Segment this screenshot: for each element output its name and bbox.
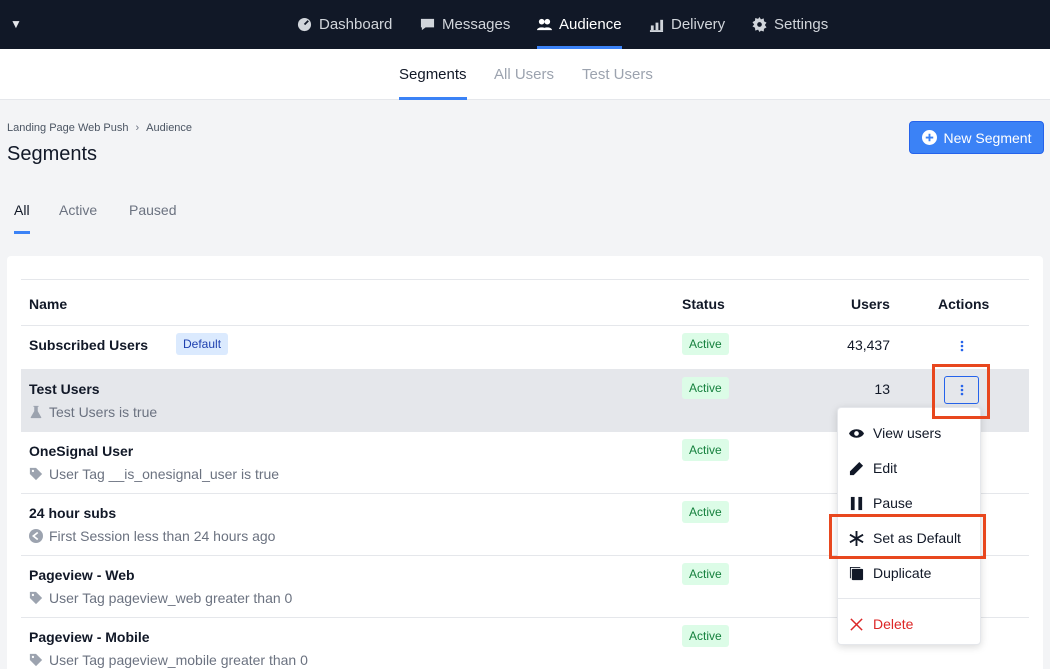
menu-item-label: Delete [873, 616, 914, 632]
header-actions: Actions [938, 296, 990, 312]
status-badge: Active [682, 377, 729, 399]
menu-item-duplicate[interactable]: Duplicate [838, 558, 982, 588]
table-header: Name Status Users Actions [21, 279, 1029, 326]
set-default-highlight-box [829, 514, 986, 559]
row-actions-button[interactable] [954, 334, 970, 358]
menu-divider [838, 598, 980, 599]
nav-messages-label: Messages [442, 16, 511, 33]
menu-item-label: View users [873, 425, 942, 441]
menu-item-view-users[interactable]: View users [838, 418, 982, 448]
nav-dashboard[interactable]: Dashboard [297, 0, 392, 49]
pause-icon [850, 496, 863, 510]
segment-name[interactable]: 24 hour subs [29, 505, 116, 521]
flask-icon [30, 405, 42, 419]
menu-item-edit[interactable]: Edit [838, 453, 982, 483]
breadcrumb-separator-icon: › [135, 122, 140, 134]
segment-name[interactable]: Pageview - Web [29, 567, 135, 583]
back-arrow-icon [29, 529, 43, 543]
segment-name[interactable]: Pageview - Mobile [29, 629, 150, 645]
delivery-icon [649, 19, 664, 32]
kebab-highlight-box [932, 364, 990, 419]
menu-item-label: Pause [873, 495, 913, 511]
nav-delivery-label: Delivery [671, 16, 726, 33]
tag-icon [29, 591, 43, 605]
nav-delivery[interactable]: Delivery [649, 0, 725, 49]
sub-nav: Segments All Users Test Users [0, 49, 1050, 100]
header-status[interactable]: Status [682, 296, 725, 312]
nav-settings[interactable]: Settings [752, 0, 828, 49]
segment-description-text: User Tag pageview_web greater than 0 [49, 590, 293, 606]
audience-icon [537, 18, 552, 31]
eye-icon [849, 428, 864, 438]
pencil-icon [849, 461, 864, 475]
tag-icon [29, 467, 43, 481]
menu-item-delete[interactable]: Delete [838, 609, 982, 639]
settings-icon [752, 17, 767, 32]
breadcrumb: Landing Page Web Push › Audience [7, 122, 192, 134]
segment-description: First Session less than 24 hours ago [29, 528, 275, 544]
table-row[interactable]: Subscribed Users Default Active 43,437 [21, 326, 1029, 370]
segment-description: Test Users is true [29, 404, 157, 420]
header-users[interactable]: Users [851, 296, 890, 312]
status-badge: Active [682, 439, 729, 461]
new-segment-label: New Segment [943, 129, 1032, 146]
page-title: Segments [7, 143, 98, 165]
menu-item-label: Duplicate [873, 565, 932, 581]
plus-circle-icon [921, 130, 937, 145]
segment-description-text: User Tag pageview_mobile greater than 0 [49, 652, 308, 668]
breadcrumb-app[interactable]: Landing Page Web Push [7, 122, 129, 134]
filter-tab-active[interactable]: Active [59, 202, 97, 236]
segment-description-text: Test Users is true [49, 404, 158, 420]
top-nav: ▼ Dashboard Messages Audience Delivery S… [0, 0, 1050, 49]
new-segment-button[interactable]: New Segment [909, 121, 1044, 154]
tab-segments[interactable]: Segments [399, 49, 467, 100]
x-icon [850, 617, 863, 631]
tab-test-users[interactable]: Test Users [582, 49, 653, 100]
breadcrumb-section[interactable]: Audience [146, 122, 192, 134]
segment-description: User Tag pageview_web greater than 0 [29, 590, 292, 606]
user-count: 13 [874, 381, 890, 397]
segment-name[interactable]: OneSignal User [29, 443, 133, 459]
segment-description: User Tag __is_onesignal_user is true [29, 466, 279, 482]
segment-description-text: First Session less than 24 hours ago [49, 528, 276, 544]
nav-audience-label: Audience [559, 16, 622, 33]
nav-messages[interactable]: Messages [420, 0, 510, 49]
status-badge: Active [682, 563, 729, 585]
tab-all-users[interactable]: All Users [494, 49, 554, 100]
account-dropdown-caret-icon[interactable]: ▼ [10, 17, 22, 31]
header-name[interactable]: Name [29, 296, 67, 312]
user-count: 43,437 [847, 337, 890, 353]
segment-description: User Tag pageview_mobile greater than 0 [29, 652, 308, 668]
nav-audience[interactable]: Audience [537, 0, 622, 49]
status-badge: Active [682, 625, 729, 647]
dashboard-icon [297, 17, 312, 32]
segment-name[interactable]: Test Users [29, 381, 100, 397]
default-badge: Default [176, 333, 229, 355]
segment-description-text: User Tag __is_onesignal_user is true [49, 466, 280, 482]
filter-tab-paused[interactable]: Paused [129, 202, 176, 236]
menu-item-label: Edit [873, 460, 898, 476]
nav-dashboard-label: Dashboard [319, 16, 393, 33]
tag-icon [29, 653, 43, 667]
messages-icon [420, 18, 435, 31]
nav-settings-label: Settings [774, 16, 829, 33]
status-badge: Active [682, 501, 729, 523]
segment-name[interactable]: Subscribed Users [29, 337, 148, 353]
status-badge: Active [682, 333, 729, 355]
duplicate-icon [849, 566, 864, 580]
filter-tab-all[interactable]: All [14, 202, 30, 236]
kebab-icon [960, 340, 964, 352]
